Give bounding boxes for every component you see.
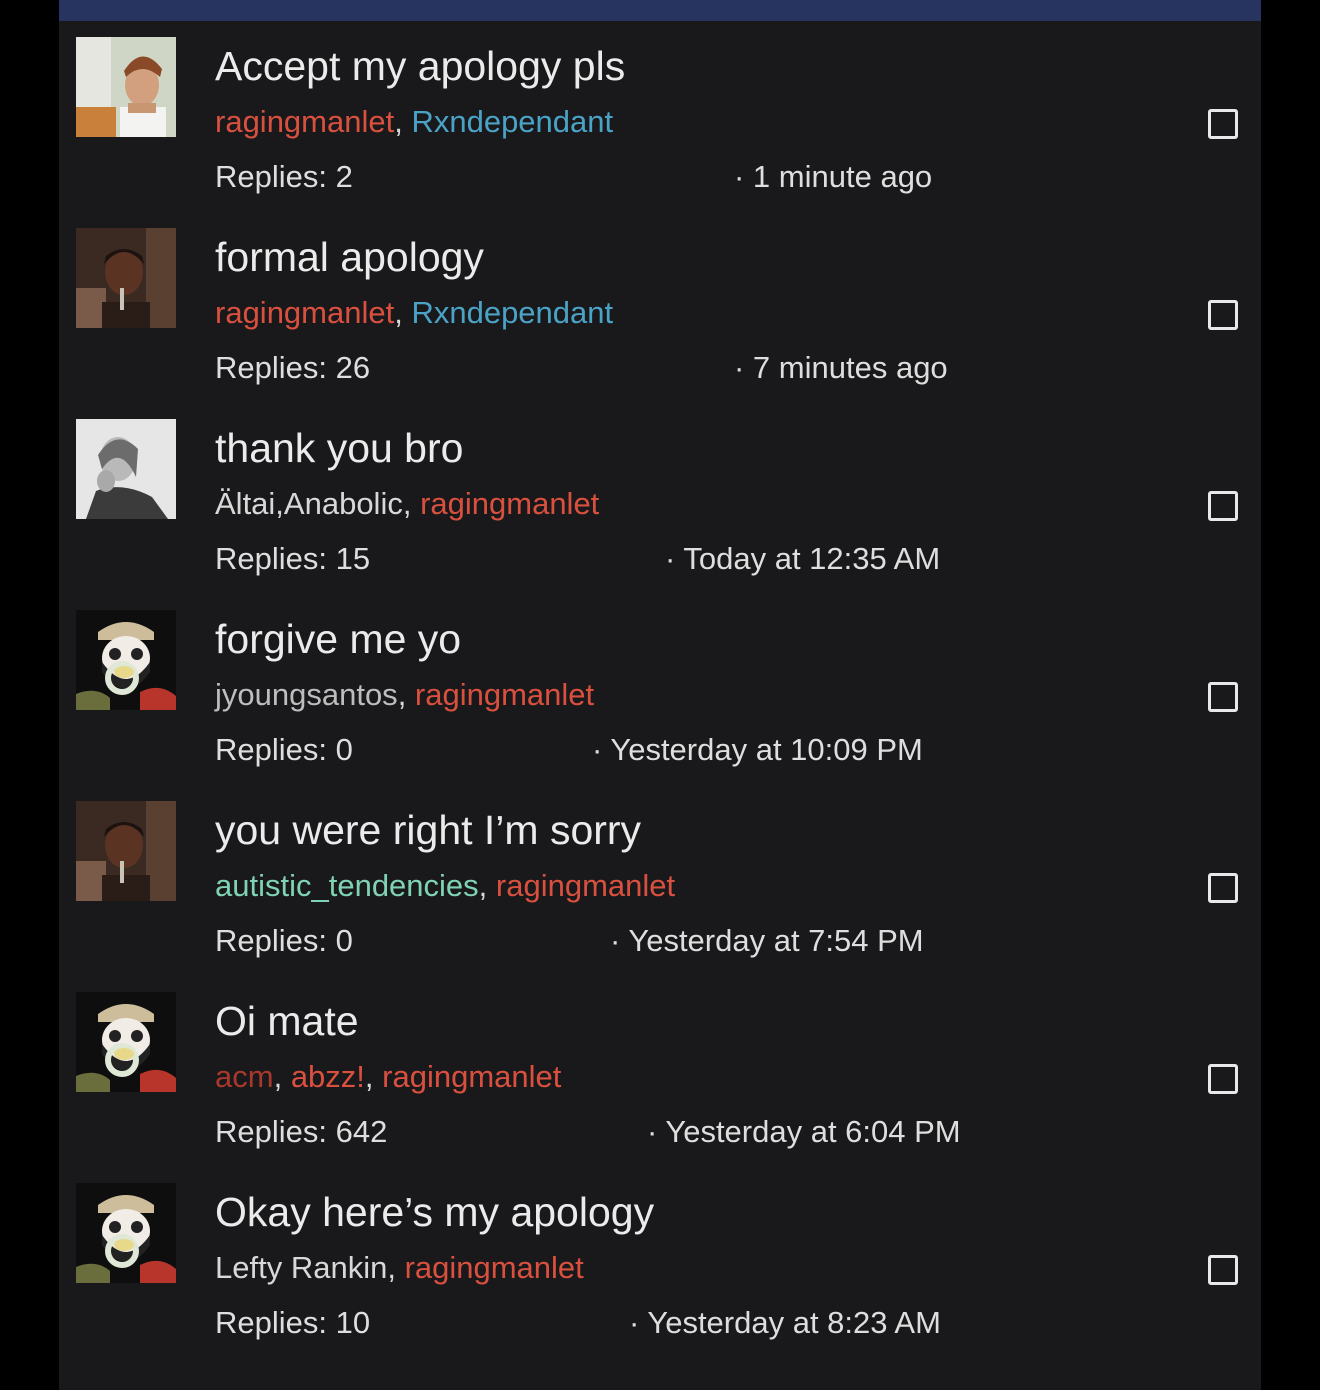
reply-count: Replies: 15: [215, 541, 371, 576]
timestamp: · Yesterday at 10:09 PM: [592, 732, 923, 767]
timestamp: · Yesterday at 7:54 PM: [610, 923, 924, 958]
conversation-item[interactable]: forgive me yo jyoungsantos, ragingmanlet…: [59, 573, 1261, 767]
select-checkbox[interactable]: [1208, 300, 1238, 330]
participants: jyoungsantos, ragingmanlet: [215, 677, 595, 712]
timestamp: · 7 minutes ago: [734, 350, 948, 385]
select-checkbox[interactable]: [1208, 109, 1238, 139]
select-checkbox[interactable]: [1208, 682, 1238, 712]
avatar-cartoon-pacifier-icon[interactable]: [76, 1183, 176, 1283]
select-checkbox[interactable]: [1208, 491, 1238, 521]
avatar-man-smiling-icon[interactable]: [76, 37, 176, 137]
participant-name[interactable]: Rxndependant: [411, 104, 613, 139]
timestamp: · 1 minute ago: [734, 159, 933, 194]
avatar-man-portrait-icon[interactable]: [76, 228, 176, 328]
avatar-woman-bw-icon[interactable]: [76, 419, 176, 519]
conversation-item[interactable]: formal apology ragingmanlet, Rxndependan…: [59, 191, 1261, 385]
participant-name[interactable]: autistic_tendencies: [215, 868, 479, 903]
participant-name[interactable]: ragingmanlet: [215, 295, 394, 330]
participant-name[interactable]: acm: [215, 1059, 274, 1094]
participant-name[interactable]: Ältai,Anabolic: [215, 486, 403, 521]
conversation-title[interactable]: you were right I’m sorry: [215, 810, 641, 851]
participant-name[interactable]: ragingmanlet: [382, 1059, 561, 1094]
timestamp: · Yesterday at 8:23 AM: [629, 1305, 941, 1340]
participants: Ältai,Anabolic, ragingmanlet: [215, 486, 600, 521]
avatar-cartoon-pacifier-icon[interactable]: [76, 610, 176, 710]
participant-name[interactable]: ragingmanlet: [415, 677, 594, 712]
conversation-item[interactable]: Oi mate acm, abzz!, ragingmanlet Replies…: [59, 955, 1261, 1149]
participant-name[interactable]: ragingmanlet: [405, 1250, 584, 1285]
conversation-title[interactable]: Okay here’s my apology: [215, 1192, 654, 1233]
select-checkbox[interactable]: [1208, 1064, 1238, 1094]
participant-name[interactable]: ragingmanlet: [496, 868, 675, 903]
conversation-item[interactable]: you were right I’m sorry autistic_tenden…: [59, 764, 1261, 958]
participant-name[interactable]: Rxndependant: [411, 295, 613, 330]
participant-name[interactable]: ragingmanlet: [215, 104, 394, 139]
conversation-title[interactable]: Oi mate: [215, 1001, 359, 1042]
avatar-man-portrait-icon[interactable]: [76, 801, 176, 901]
participant-name[interactable]: jyoungsantos: [215, 677, 398, 712]
conversation-title[interactable]: thank you bro: [215, 428, 463, 469]
conversation-list-panel: Accept my apology pls ragingmanlet, Rxnd…: [59, 0, 1261, 1390]
participants: Lefty Rankin, ragingmanlet: [215, 1250, 584, 1285]
participant-name[interactable]: abzz!: [291, 1059, 365, 1094]
select-checkbox[interactable]: [1208, 1255, 1238, 1285]
participants: acm, abzz!, ragingmanlet: [215, 1059, 562, 1094]
participants: ragingmanlet, Rxndependant: [215, 104, 614, 139]
conversation-item[interactable]: Okay here’s my apology Lefty Rankin, rag…: [59, 1146, 1261, 1340]
reply-count: Replies: 2: [215, 159, 353, 194]
participants: autistic_tendencies, ragingmanlet: [215, 868, 676, 903]
reply-count: Replies: 642: [215, 1114, 388, 1149]
reply-count: Replies: 0: [215, 732, 353, 767]
select-checkbox[interactable]: [1208, 873, 1238, 903]
conversation-title[interactable]: Accept my apology pls: [215, 46, 625, 87]
timestamp: · Yesterday at 6:04 PM: [647, 1114, 961, 1149]
conversation-title[interactable]: forgive me yo: [215, 619, 461, 660]
reply-count: Replies: 0: [215, 923, 353, 958]
reply-count: Replies: 26: [215, 350, 371, 385]
conversation-title[interactable]: formal apology: [215, 237, 484, 278]
conversation-item[interactable]: Accept my apology pls ragingmanlet, Rxnd…: [59, 0, 1261, 194]
participant-name[interactable]: ragingmanlet: [420, 486, 599, 521]
participants: ragingmanlet, Rxndependant: [215, 295, 614, 330]
timestamp: · Today at 12:35 AM: [665, 541, 941, 576]
participant-name[interactable]: Lefty Rankin: [215, 1250, 387, 1285]
avatar-cartoon-pacifier-icon[interactable]: [76, 992, 176, 1092]
conversation-item[interactable]: thank you bro Ältai,Anabolic, ragingmanl…: [59, 382, 1261, 576]
reply-count: Replies: 10: [215, 1305, 371, 1340]
